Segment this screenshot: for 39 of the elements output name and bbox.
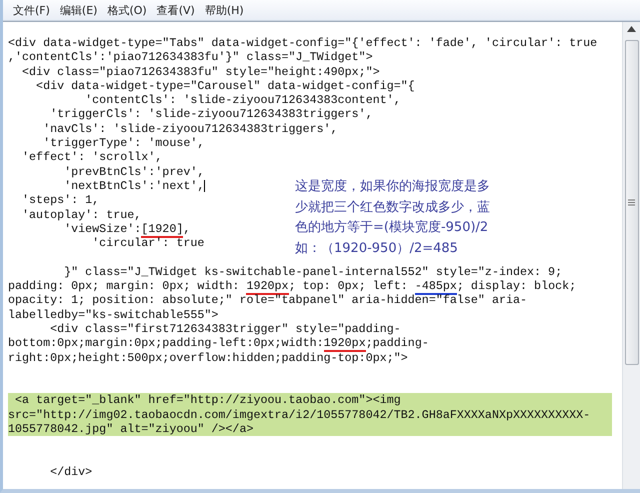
code-line: 'nextBtnCls':'next', [63,178,204,193]
code-line: 'viewSize':[1920], [63,222,190,238]
code-line: <div data-widget-type="Tabs" data-widget-config="{'effect': 'fade', 'circular': true [8,36,598,50]
menu-item[interactable]: 文件(F) [9,0,54,20]
code-line: </div> [49,464,92,479]
code-line: bottom:0px;margin:0px;padding-left:0px;width:1920px;padding- [8,336,429,352]
menu-item[interactable]: 查看(V) [152,0,199,20]
scrollbar[interactable] [622,22,640,489]
annotation-text: 这是宽度，如果你的海报宽度是多 [295,178,490,196]
code-line: 'prevBtnCls':'prev', [63,164,204,179]
grip-icon [628,199,635,206]
code-line: <div class="piao712634383fu" style="height:490px;"> [21,64,380,79]
code-line: }" class="J_TWidget ks-switchable-panel-internal552" style="z-index: 9; [63,264,562,279]
code-line: src="http://img02.taobaocdn.com/imgextra/i2/1055778042/TB2.GH8aFXXXXaNXpXXXXXXXXXX- [8,408,590,422]
code-line: 1055778042.jpg" alt="ziyoou" /></a> [8,422,254,436]
menu-item[interactable]: 帮助(H) [200,0,248,20]
code-line: <a target="_blank" href="http://ziyoou.taobao.com"><img [14,393,401,408]
code-line: labelledby="ks-switchable555"> [8,308,218,322]
menu-item[interactable]: 格式(O) [103,0,151,20]
code-line: <div data-widget-type="Carousel" data-widget-config="{ [35,78,415,93]
annotation-text: 如：（1920-950）/2=485 [295,240,459,258]
code-line: right:0px;height:500px;overflow:hidden;padding-top:0px;"> [8,350,408,365]
menu-item[interactable]: 编辑(E) [56,0,102,20]
code-line: 'triggerType': 'mouse', [42,136,204,150]
code-line: 'circular': true [91,236,204,250]
scroll-up-icon[interactable] [627,26,636,32]
code-line: <div class="first712634383trigger" style="padding- [49,322,401,336]
code-line: 'autoplay': true, [21,208,142,222]
code-line: ,'contentCls':'piao712634383fu'}" class="J_TWidget"> [8,50,373,64]
code-line: opacity: 1; position: absolute;" role="tabpanel" aria-hidden="false" aria- [8,293,528,308]
annotation-text: 色的地方等于=(模块宽度-950)/2 [295,219,490,237]
code-line: padding: 0px; margin: 0px; width: 1920px; top: 0px; left: -485px; display: block; [8,279,576,296]
code-line: 'effect': 'scrollx', [21,150,162,164]
scroll-thumb[interactable] [624,40,638,365]
code-line: 'steps': 1, [21,193,100,208]
annotation-text: 少就把三个红色数字改成多少，蓝 [295,198,490,216]
code-line: 'navCls': 'slide-ziyoou712634383triggers', [42,122,338,136]
code-line: 'contentCls': 'slide-ziyoou712634383content', [84,93,401,108]
code-line: 'triggerCls': 'slide-ziyoou712634383triggers', [49,107,373,122]
